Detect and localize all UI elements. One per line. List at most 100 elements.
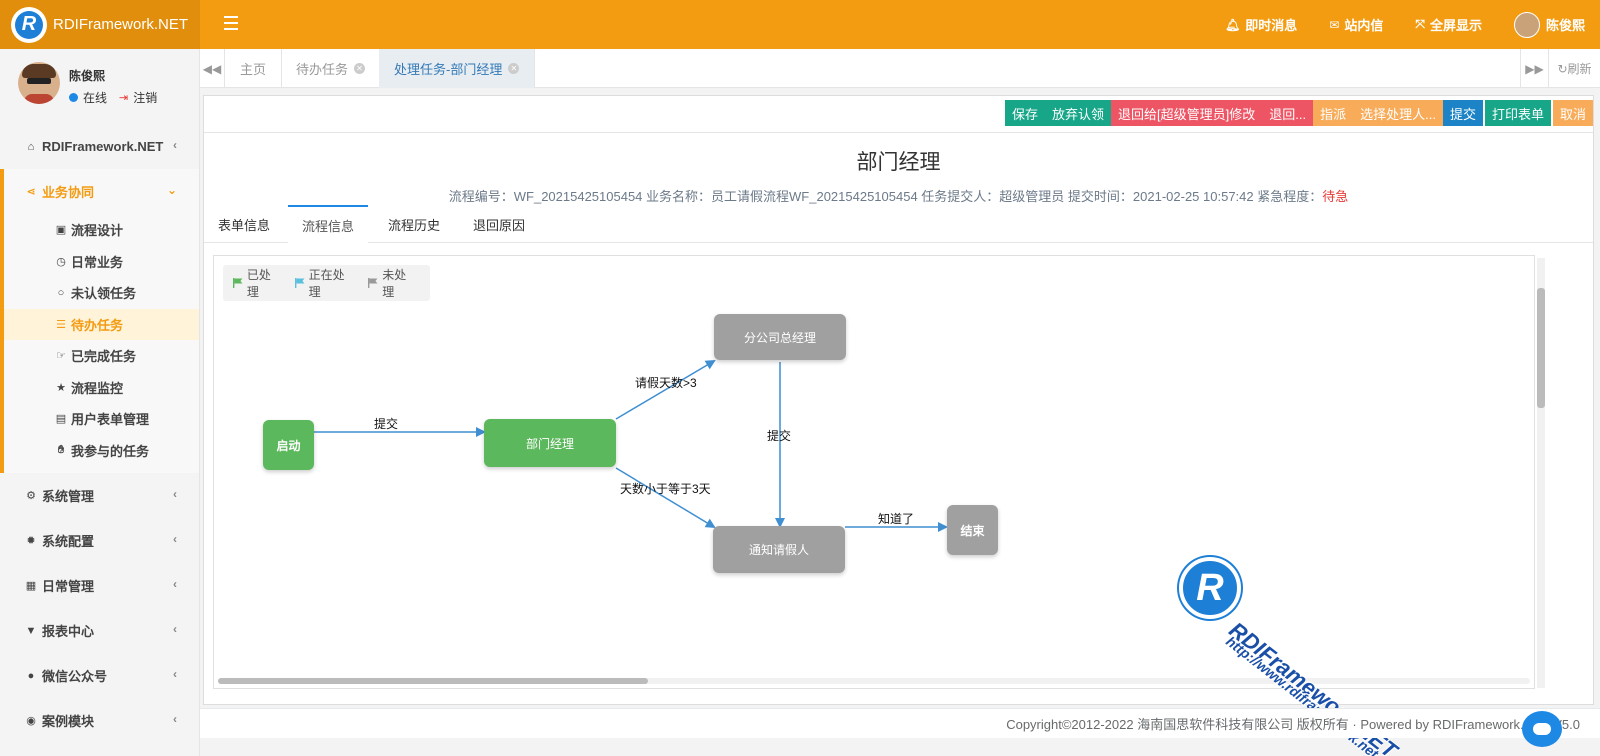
sidebar-item-daily-admin[interactable]: ▦ 日常管理 ‹ <box>0 563 199 608</box>
sidebar-item-wechat[interactable]: ● 微信公众号 ‹ <box>0 653 199 698</box>
sidebar-item-business[interactable]: ⋖ 业务协同 ⌄ <box>4 169 199 214</box>
share-icon: ⋖ <box>26 186 36 198</box>
horizontal-scrollbar[interactable] <box>218 678 1530 684</box>
refresh-icon: ↻ <box>1557 61 1568 76</box>
tab-scroll-right-icon[interactable]: ▶▶ <box>1520 49 1548 88</box>
sidebar-subitem-user-forms[interactable]: ▤ 用户表单管理 <box>4 403 199 435</box>
gear-icon: ✹ <box>26 535 36 547</box>
print-form-button[interactable]: 打印表单 <box>1484 100 1551 126</box>
internal-mail-button[interactable]: ✉ 站内信 <box>1329 15 1383 34</box>
status-text: 在线 <box>83 91 108 105</box>
tab-return-reason[interactable]: 退回原因 <box>459 205 539 243</box>
chevron-left-icon: ‹ <box>173 712 177 726</box>
save-button[interactable]: 保存 <box>1004 100 1045 126</box>
sidebar-item-system-config[interactable]: ✹ 系统配置 ‹ <box>0 518 199 563</box>
sidebar-subitem-daily-business[interactable]: ◷ 日常业务 <box>4 246 199 278</box>
home-icon: ⌂ <box>27 140 35 153</box>
logout-link[interactable]: ⇥ 注销 <box>119 89 157 106</box>
assign-button[interactable]: 指派 <box>1313 100 1354 126</box>
filter-icon: ▼ <box>25 624 37 637</box>
edge-dept-notify <box>615 467 716 529</box>
flow-edges <box>314 359 948 532</box>
menu-toggle-icon[interactable] <box>224 16 238 30</box>
list-icon: ☰ <box>56 318 66 331</box>
tab-flow-info[interactable]: 流程信息 <box>288 205 368 243</box>
sidebar-subitem-monitor[interactable]: ★ 流程监控 <box>4 372 199 404</box>
chevron-left-icon: ‹ <box>173 532 177 546</box>
hand-paper-icon: ✋︎ <box>57 443 65 456</box>
instant-message-button[interactable]: 🔔︎ 即时消息 <box>1225 15 1297 34</box>
sidebar-subitem-todo[interactable]: ☰ 待办任务 <box>4 308 199 340</box>
copyright-text: Copyright©2012-2022 海南国思软件科技有限公司 版权所有 · … <box>1006 717 1580 732</box>
sign-out-icon: ⇥ <box>119 92 129 104</box>
edit-icon: ▣ <box>55 224 67 237</box>
sidebar: 陈俊熙 在线 ⇥ 注销 ⌂ RDIFramework.NET ‹ ⋖ 业务协同 … <box>0 49 200 756</box>
bell-icon: 🔔︎ <box>1225 17 1241 32</box>
sidebar-item-cases[interactable]: ◉ 案例模块 ‹ <box>0 698 199 743</box>
task-meta: 流程编号：WF_20215425105454 业务名称：员工请假流程WF_202… <box>448 189 1349 204</box>
tab-home[interactable]: 主页 <box>225 49 283 88</box>
return-button[interactable]: 退回... <box>1262 100 1314 126</box>
tab-form-info[interactable]: 表单信息 <box>204 205 284 243</box>
action-toolbar: 保存 放弃认领 退回给[超级管理员]修改 退回... 指派 选择处理人... 提… <box>1004 100 1593 126</box>
flow-node-branch-gm[interactable]: 分公司总经理 <box>714 314 846 360</box>
star-icon: ★ <box>56 381 66 394</box>
envelope-icon: ✉ <box>1329 17 1340 32</box>
chat-icon[interactable] <box>1522 711 1562 747</box>
sidebar-group-business: ⋖ 业务协同 ⌄ ▣ 流程设计 ◷ 日常业务 ○ 未认领任务 ☰ 待办任务 ☞ 已完成任务… <box>0 169 199 473</box>
fullscreen-button[interactable]: ⤧ 全屏显示 <box>1415 15 1482 34</box>
tabs-bar: ◀◀ 主页 待办任务 ✕ 处理任务-部门经理 ✕ ▶▶ ↻ 刷新 <box>200 49 1600 88</box>
tab-scroll-left-icon[interactable]: ◀◀ <box>200 49 225 88</box>
calendar-icon: ▦ <box>25 580 37 592</box>
footer: Copyright©2012-2022 海南国思软件科技有限公司 版权所有 · … <box>200 708 1600 738</box>
sidebar-subitem-completed[interactable]: ☞ 已完成任务 <box>4 340 199 372</box>
circle-icon: ○ <box>57 286 65 299</box>
sidebar-subitem-flow-design[interactable]: ▣ 流程设计 <box>4 214 199 246</box>
refresh-button[interactable]: ↻ 刷新 <box>1548 49 1600 88</box>
submit-button[interactable]: 提交 <box>1442 100 1483 126</box>
close-icon[interactable]: ✕ <box>508 63 520 74</box>
sidebar-item-reports[interactable]: ▼ 报表中心 ‹ <box>0 608 199 653</box>
abandon-claim-button[interactable]: 放弃认领 <box>1045 100 1112 126</box>
flow-node-end[interactable]: 结束 <box>947 505 998 555</box>
sidebar-subitem-participated[interactable]: ✋︎ 我参与的任务 <box>4 435 199 467</box>
sidebar-subitem-unclaimed[interactable]: ○ 未认领任务 <box>4 277 199 309</box>
chevron-left-icon: ‹ <box>173 622 177 636</box>
choose-handler-button[interactable]: 选择处理人... <box>1353 100 1443 126</box>
avatar <box>1513 11 1540 38</box>
sidebar-item-system-admin[interactable]: ⚙ 系统管理 ‹ <box>0 473 199 518</box>
edge-label-days-gt3: 请假天数>3 <box>635 376 697 390</box>
edge-label-days-le3: 天数小于等于3天 <box>620 482 711 496</box>
page-title: 部门经理 <box>856 151 941 174</box>
brand-name: RDIFramework.NET <box>53 16 189 33</box>
sidebar-item-rdiframework[interactable]: ⌂ RDIFramework.NET ‹ <box>0 124 199 169</box>
flow-node-start[interactable]: 启动 <box>263 420 314 470</box>
edge-label-known: 知道了 <box>878 512 915 526</box>
inner-tabs: 表单信息 流程信息 流程历史 退回原因 <box>204 205 1593 243</box>
chevron-left-icon: ‹ <box>173 138 177 152</box>
vertical-scrollbar[interactable] <box>1537 258 1545 688</box>
user-name: 陈俊熙 <box>69 69 106 83</box>
clock-icon: ◷ <box>56 255 66 268</box>
chevron-down-icon: ⌄ <box>166 183 177 197</box>
tab-flow-history[interactable]: 流程历史 <box>374 205 454 243</box>
avatar <box>18 62 60 104</box>
eye-icon: ◉ <box>26 715 36 727</box>
chevron-left-icon: ‹ <box>173 577 177 591</box>
cancel-button[interactable]: 取消 <box>1552 100 1593 126</box>
tab-todo[interactable]: 待办任务 ✕ <box>281 49 382 88</box>
user-menu[interactable]: 陈俊熙 <box>1513 11 1585 38</box>
expand-icon: ⤧ <box>1415 17 1425 31</box>
chevron-left-icon: ‹ <box>173 487 177 501</box>
wechat-icon: ● <box>27 669 35 682</box>
flow-node-notify[interactable]: 通知请假人 <box>713 526 845 573</box>
cogs-icon: ⚙ <box>26 490 36 502</box>
close-icon[interactable]: ✕ <box>354 63 366 74</box>
edge-label-submit-2: 提交 <box>767 429 792 443</box>
top-header: R RDIFramework.NET 🔔︎ 即时消息 ✉ 站内信 ⤧ 全屏显示 … <box>0 0 1600 49</box>
tab-handle-task[interactable]: 处理任务-部门经理 ✕ <box>379 49 536 88</box>
return-to-admin-button[interactable]: 退回给[超级管理员]修改 <box>1111 100 1263 126</box>
flow-node-dept-manager[interactable]: 部门经理 <box>484 419 616 467</box>
task-panel: 保存 放弃认领 退回给[超级管理员]修改 退回... 指派 选择处理人... 提… <box>203 95 1594 705</box>
brand[interactable]: R RDIFramework.NET <box>0 0 200 49</box>
